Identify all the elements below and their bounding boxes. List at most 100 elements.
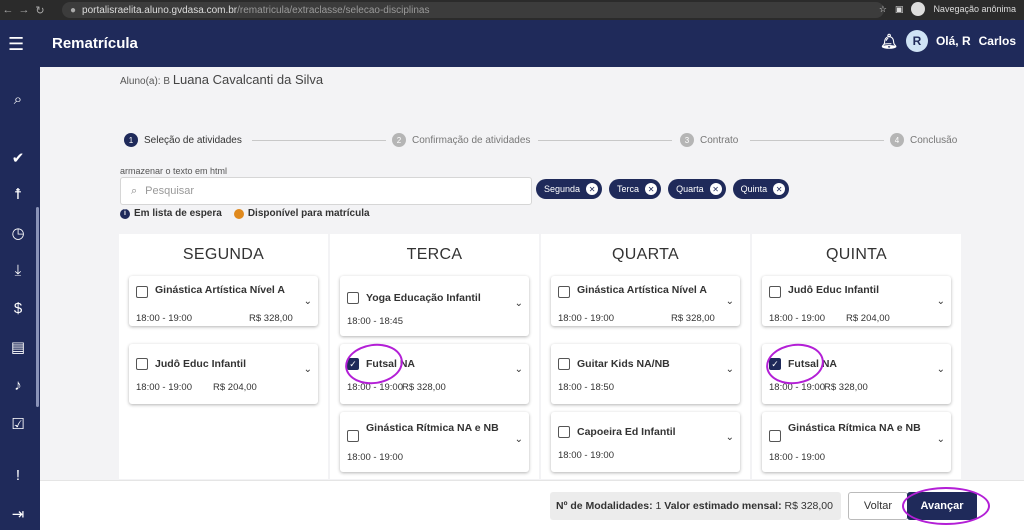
activity-checkbox[interactable] [347,430,359,442]
double-check-icon[interactable]: ✔ [0,149,36,167]
activity-time: 18:00 - 19:00 [558,313,614,324]
activity-card[interactable]: Ginástica Artística Nível A ⌄ 18:00 - 19… [551,276,740,326]
chevron-down-icon[interactable]: ⌄ [726,432,734,443]
student-info: Aluno(a): B Luana Cavalcanti da Silva [120,72,323,87]
star-icon[interactable]: ☆ [879,4,887,15]
step-number: 2 [392,133,406,147]
app-header: ☰ Rematrícula 🔔︎ R Olá, R Carlos [0,20,1024,67]
back-arrow-icon[interactable]: ← [0,4,16,16]
scrollbar[interactable] [36,207,39,407]
activity-checkbox[interactable] [136,286,148,298]
legend-waitlist: i Em lista de espera [120,208,222,219]
activity-card[interactable]: Judô Educ Infantil ⌄ 18:00 - 19:00 R$ 20… [762,276,951,326]
clock-icon[interactable]: ◷ [0,224,36,242]
modalities-value: 1 [655,500,662,512]
estimate-label: Valor estimado mensal: [664,500,782,512]
chip-label: Quarta [676,184,704,194]
legend-label: Em lista de espera [134,208,222,219]
activity-checkbox[interactable] [136,358,148,370]
app-title: Rematrícula [52,35,138,52]
column-quinta: QUINTA Judô Educ Infantil ⌄ 18:00 - 19:0… [752,234,961,479]
search-input[interactable]: ⌕ Pesquisar [120,177,532,205]
activity-checkbox[interactable] [558,358,570,370]
bell-icon[interactable]: ♪ [0,377,36,394]
search-icon[interactable]: ⌕ [0,91,36,108]
close-icon[interactable]: ✕ [709,183,722,195]
activity-card[interactable]: Guitar Kids NA/NB ⌄ 18:00 - 18:50 [551,344,740,404]
activity-card[interactable]: Yoga Educação Infantil ⌄ 18:00 - 18:45 [340,276,529,336]
activity-card[interactable]: Judô Educ Infantil ⌄ 18:00 - 19:00 R$ 20… [129,344,318,404]
chevron-down-icon[interactable]: ⌄ [937,296,945,307]
activity-price: R$ 328,00 [402,382,446,393]
logout-icon[interactable]: ⇥ [0,505,36,523]
notification-bell-icon[interactable]: 🔔︎ [880,33,898,50]
step-2: 2 Confirmação de atividades [392,133,530,147]
document-icon[interactable]: ▤ [0,338,36,356]
avatar[interactable]: R [905,30,928,52]
chevron-down-icon[interactable]: ⌄ [304,296,312,307]
column-segunda: SEGUNDA Ginástica Artística Nível A ⌄ 18… [119,234,328,479]
incognito-label: Navegação anônima [933,4,1016,14]
feedback-icon[interactable]: ! [0,467,36,484]
activity-checkbox[interactable] [769,430,781,442]
activity-card[interactable]: Ginástica Rítmica NA e NB ⌄ 18:00 - 19:0… [340,412,529,472]
chip-quinta[interactable]: Quinta ✕ [732,179,790,199]
url-host: portalisraelita.aluno.gvdasa.com.br [82,4,238,16]
address-bar[interactable]: ● portalisraelita.aluno.gvdasa.com.br /r… [62,2,884,18]
column-terca: TERCA Yoga Educação Infantil ⌄ 18:00 - 1… [330,234,539,479]
activity-card[interactable]: Ginástica Artística Nível A ⌄ 18:00 - 19… [129,276,318,326]
search-label: armazenar o texto em html [120,166,228,176]
activity-price: R$ 328,00 [249,313,293,324]
activity-card[interactable]: ✓ Futsal NA ⌄ 18:00 - 19:00 R$ 328,00 [340,344,529,404]
back-button[interactable]: Voltar [848,492,908,520]
chevron-down-icon[interactable]: ⌄ [726,296,734,307]
activity-card[interactable]: Capoeira Ed Infantil ⌄ 18:00 - 19:00 [551,412,740,472]
search-icon: ⌕ [131,184,138,197]
activity-checkbox[interactable] [347,292,359,304]
lock-icon: ● [70,4,77,16]
activity-checkbox[interactable] [558,426,570,438]
hamburger-menu-icon[interactable]: ☰ [8,34,24,55]
chevron-down-icon[interactable]: ⌄ [937,434,945,445]
activity-title: Capoeira Ed Infantil [577,426,676,438]
step-label: Conclusão [910,134,958,146]
info-icon: i [120,208,130,219]
activity-title: Futsal NA [788,358,838,370]
activity-checkbox[interactable] [558,286,570,298]
day-filter-chips: Segunda ✕ Terca ✕ Quarta ✕ Quinta ✕ [536,179,790,199]
chevron-down-icon[interactable]: ⌄ [515,298,523,309]
activity-checkbox-checked[interactable]: ✓ [347,358,359,370]
activity-card[interactable]: Ginástica Rítmica NA e NB ⌄ 18:00 - 19:0… [762,412,951,472]
chevron-down-icon[interactable]: ⌄ [726,364,734,375]
forward-arrow-icon[interactable]: → [16,4,32,16]
step-connector [750,140,884,141]
dollar-icon[interactable]: $ [0,300,36,317]
reload-icon[interactable]: ↻ [32,4,48,17]
chevron-down-icon[interactable]: ⌄ [937,364,945,375]
activity-time: 18:00 - 19:00 [347,452,403,463]
chip-terca[interactable]: Terca ✕ [609,179,662,199]
chevron-down-icon[interactable]: ⌄ [304,364,312,375]
activity-title: Futsal NA [366,358,416,370]
chevron-down-icon[interactable]: ⌄ [515,364,523,375]
next-button[interactable]: Avançar [907,492,977,520]
activity-checkbox-checked[interactable]: ✓ [769,358,781,370]
step-1: 1 Seleção de atividades [124,133,242,147]
chip-segunda[interactable]: Segunda ✕ [536,179,603,199]
person-icon[interactable]: ☨ [0,185,36,203]
student-label: Aluno(a): B [120,76,171,87]
chip-quarta[interactable]: Quarta ✕ [668,179,726,199]
incognito-icon [911,2,926,16]
sidepanel-icon[interactable]: ▣ [895,4,904,15]
chevron-down-icon[interactable]: ⌄ [515,434,523,445]
clipboard-check-icon[interactable]: ☑ [0,415,36,433]
close-icon[interactable]: ✕ [645,183,658,195]
activity-title: Guitar Kids NA/NB [577,358,670,370]
close-icon[interactable]: ✕ [773,183,786,195]
day-columns: SEGUNDA Ginástica Artística Nível A ⌄ 18… [119,234,961,479]
activity-card[interactable]: ✓ Futsal NA ⌄ 18:00 - 19:00 R$ 328,00 [762,344,951,404]
activity-checkbox[interactable] [769,286,781,298]
download-icon[interactable]: ⤓ [0,262,36,279]
column-title: TERCA [406,246,463,263]
close-icon[interactable]: ✕ [586,183,599,195]
